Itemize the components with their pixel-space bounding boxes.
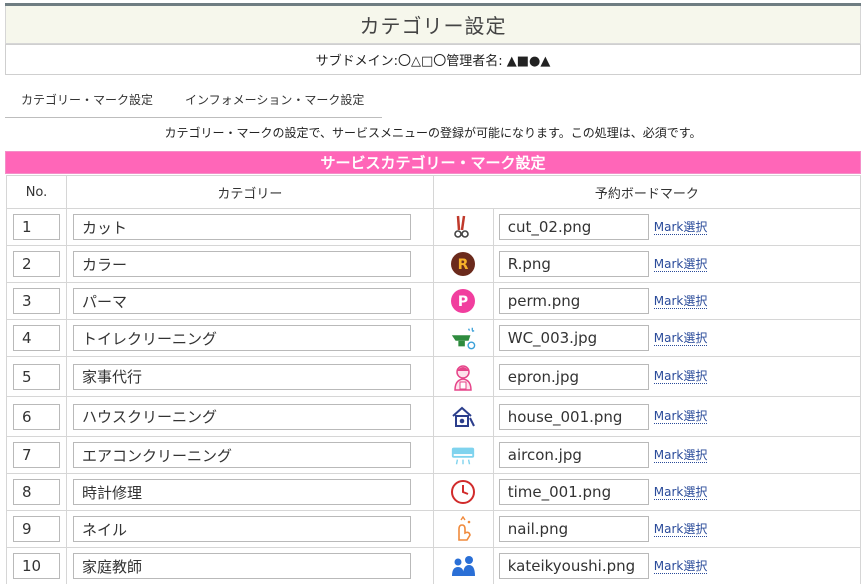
no-field[interactable]: 2 xyxy=(13,251,60,277)
no-field[interactable]: 6 xyxy=(13,403,60,430)
mark-select-button[interactable]: Mark選択 xyxy=(653,409,708,424)
table-row: 8 時計修理 time_001.png Mark選択 xyxy=(6,473,862,511)
tab-underline xyxy=(5,117,382,118)
category-input[interactable]: カラー xyxy=(72,251,411,277)
mark-select-button[interactable]: Mark選択 xyxy=(653,257,708,272)
mark-select-button[interactable]: Mark選択 xyxy=(653,331,708,346)
table-row: 10 家庭教師 kateikyoushi.png Mark選択 xyxy=(6,547,862,584)
table-row: 9 ネイル nail.png Mark選択 xyxy=(6,510,862,548)
category-input[interactable]: エアコンクリーニング xyxy=(72,442,411,468)
scissors-icon xyxy=(450,214,476,240)
table-row: 5 家事代行 epron.jpg Mark選択 xyxy=(6,356,862,397)
mark-file-input[interactable]: house_001.png xyxy=(498,403,649,430)
mark-file-input[interactable]: aircon.jpg xyxy=(498,442,649,468)
mark-file-input[interactable]: nail.png xyxy=(498,516,649,542)
no-field[interactable]: 5 xyxy=(13,363,60,390)
no-field[interactable]: 9 xyxy=(13,516,60,542)
mark-select-button[interactable]: Mark選択 xyxy=(653,294,708,309)
col-no-header: No. xyxy=(6,175,67,209)
mark-select-button[interactable]: Mark選択 xyxy=(653,485,708,500)
page-title-box: カテゴリー設定 xyxy=(5,6,861,44)
no-field[interactable]: 10 xyxy=(13,553,60,579)
tab-category-mark[interactable]: カテゴリー・マーク設定 xyxy=(5,84,169,114)
table-row: 3 パーマ P perm.png Mark選択 xyxy=(6,282,862,320)
page-title: カテゴリー設定 xyxy=(359,14,507,38)
mark-file-input[interactable]: time_001.png xyxy=(498,479,649,505)
category-input[interactable]: カット xyxy=(72,214,411,240)
mark-file-input[interactable]: cut_02.png xyxy=(498,214,649,240)
tab-bar: カテゴリー・マーク設定 インフォメーション・マーク設定 xyxy=(5,84,380,116)
toilet-cleaning-icon xyxy=(450,325,476,351)
no-field[interactable]: 1 xyxy=(13,214,60,240)
mark-select-button[interactable]: Mark選択 xyxy=(653,220,708,235)
house-cleaning-icon xyxy=(450,404,476,430)
mark-file-input[interactable]: R.png xyxy=(498,251,649,277)
section-header: サービスカテゴリー・マーク設定 xyxy=(5,151,861,174)
mark-file-input[interactable]: perm.png xyxy=(498,288,649,314)
table-row: 6 ハウスクリーニング house_001.png Mark選択 xyxy=(6,396,862,437)
apron-woman-icon xyxy=(450,364,476,391)
col-category-header: カテゴリー xyxy=(65,175,434,209)
mark-select-button[interactable]: Mark選択 xyxy=(653,522,708,537)
mark-select-button[interactable]: Mark選択 xyxy=(653,369,708,384)
svg-text:R: R xyxy=(458,257,469,273)
color-r-badge-icon: R xyxy=(450,251,476,277)
subdomain-admin-line: サブドメイン:〇△□〇管理者名: ▲■●▲ xyxy=(5,44,861,75)
table-row: 2 カラー R R.png Mark選択 xyxy=(6,245,862,283)
mark-select-button[interactable]: Mark選択 xyxy=(653,448,708,463)
category-input[interactable]: 家事代行 xyxy=(72,363,411,390)
perm-p-badge-icon: P xyxy=(450,288,476,314)
category-table: No. カテゴリー 予約ボードマーク 1 カット cut_02.png Mark選… xyxy=(6,175,862,584)
table-row: 7 エアコンクリーニング aircon.jpg Mark選択 xyxy=(6,436,862,474)
mark-file-input[interactable]: kateikyoushi.png xyxy=(498,553,649,579)
category-input[interactable]: トイレクリーニング xyxy=(72,325,411,351)
no-field[interactable]: 7 xyxy=(13,442,60,468)
category-input[interactable]: 時計修理 xyxy=(72,479,411,505)
mark-file-input[interactable]: WC_003.jpg xyxy=(498,325,649,351)
description-text: カテゴリー・マークの設定で、サービスメニューの登録が可能になります。この処理は、… xyxy=(164,126,702,140)
table-row: 1 カット cut_02.png Mark選択 xyxy=(6,208,862,246)
category-input[interactable]: 家庭教師 xyxy=(72,553,411,579)
clock-icon xyxy=(450,479,476,505)
tab-information-mark[interactable]: インフォメーション・マーク設定 xyxy=(169,84,380,114)
mark-select-button[interactable]: Mark選択 xyxy=(653,559,708,574)
no-field[interactable]: 3 xyxy=(13,288,60,314)
tutor-icon xyxy=(450,553,476,579)
category-input[interactable]: パーマ xyxy=(72,288,411,314)
mark-file-input[interactable]: epron.jpg xyxy=(498,363,649,390)
no-field[interactable]: 4 xyxy=(13,325,60,351)
no-field[interactable]: 8 xyxy=(13,479,60,505)
svg-text:P: P xyxy=(458,294,468,310)
category-input[interactable]: ハウスクリーニング xyxy=(72,403,411,430)
table-row: 4 トイレクリーニング WC_003.jpg Mark選択 xyxy=(6,319,862,357)
air-conditioner-icon xyxy=(450,442,476,468)
category-input[interactable]: ネイル xyxy=(72,516,411,542)
nail-hand-icon xyxy=(450,516,476,542)
col-mark-header: 予約ボードマーク xyxy=(432,175,862,209)
